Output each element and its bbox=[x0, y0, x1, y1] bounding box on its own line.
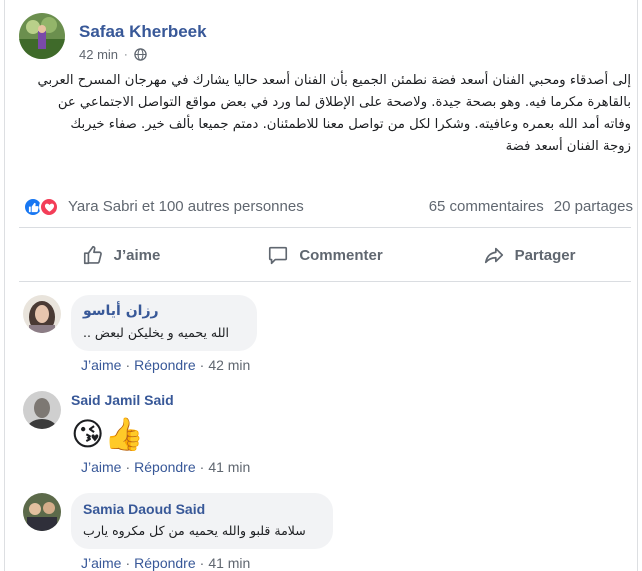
post-body: إلى أصدقاء ومحبي الفنان أسعد فضة نطمئن ا… bbox=[19, 70, 631, 158]
comment-dot: · bbox=[199, 555, 205, 571]
comment-dot: · bbox=[125, 555, 131, 571]
share-count[interactable]: 20 partages bbox=[554, 198, 633, 215]
reaction-icons[interactable] bbox=[23, 197, 63, 217]
comment-dot: · bbox=[125, 357, 131, 373]
globe-icon[interactable] bbox=[133, 48, 147, 61]
comment-button[interactable]: Commenter bbox=[223, 235, 427, 275]
comment-dot: · bbox=[125, 459, 131, 475]
post-text-line: زوجة الفنان أسعد فضة bbox=[505, 139, 631, 154]
share-button-label: Partager bbox=[514, 246, 576, 264]
comment-icon bbox=[269, 246, 288, 265]
engagement-counts: 65 commentaires 20 partages bbox=[429, 198, 633, 215]
likers-summary[interactable]: Yara Sabri et 100 autres personnes bbox=[68, 198, 304, 215]
comment-reply-link[interactable]: Répondre bbox=[134, 357, 196, 373]
post-meta: 42 min · bbox=[79, 47, 147, 62]
comment-bubble: Samia Daoud Said سلامة قلبو والله يحميه … bbox=[71, 493, 333, 549]
comment-actions: J’aime · Répondre · 41 min bbox=[81, 555, 250, 571]
commenter-name[interactable]: Said Jamil Said bbox=[71, 392, 174, 408]
comment-dot: · bbox=[199, 357, 205, 373]
post-card: Safaa Kherbeek 42 min · إلى أصدقاء ومحبي… bbox=[4, 0, 638, 571]
post-timestamp[interactable]: 42 min bbox=[79, 47, 118, 62]
like-button[interactable]: J’aime bbox=[19, 235, 223, 275]
post-text-line: وفاته أمد الله بعمره وعافيته. وشكرا لكل … bbox=[70, 117, 631, 132]
commenter-name[interactable]: رزان أياسو bbox=[83, 303, 245, 319]
comment-text: سلامة قلبو والله يحميه من كل مكروه يارب bbox=[83, 523, 306, 538]
divider bbox=[19, 281, 631, 282]
comment-time[interactable]: 41 min bbox=[208, 459, 250, 475]
post-text-line: إلى أصدقاء ومحبي الفنان أسعد فضة نطمئن ا… bbox=[37, 73, 631, 88]
post-header: Safaa Kherbeek 42 min · bbox=[19, 13, 619, 63]
commenter-name[interactable]: Samia Daoud Said bbox=[83, 501, 321, 517]
comment-count[interactable]: 65 commentaires bbox=[429, 198, 544, 215]
comment-actions: J’aime · Répondre · 42 min bbox=[81, 357, 250, 373]
comment-reply-link[interactable]: Répondre bbox=[134, 459, 196, 475]
comment-time[interactable]: 42 min bbox=[208, 357, 250, 373]
comment-bubble: رزان أياسو الله يحميه و يخليكن لبعض .. bbox=[71, 295, 257, 351]
action-bar: J’aime Commenter Partager bbox=[19, 235, 631, 275]
comment-actions: J’aime · Répondre · 41 min bbox=[81, 459, 250, 475]
divider bbox=[19, 227, 631, 228]
comment-plain: Said Jamil Said 😘👍 bbox=[71, 391, 174, 454]
share-icon bbox=[484, 247, 503, 264]
commenter-avatar[interactable] bbox=[23, 295, 61, 333]
comment-like-link[interactable]: J’aime bbox=[81, 555, 121, 571]
post-text-line: بالقاهرة مكرما فيه. وهو بصحة جيدة. ولاصح… bbox=[57, 95, 631, 110]
love-reaction-icon bbox=[39, 197, 59, 217]
post-stats: Yara Sabri et 100 autres personnes 65 co… bbox=[23, 196, 633, 218]
share-button[interactable]: Partager bbox=[427, 235, 631, 275]
author-avatar[interactable] bbox=[19, 13, 65, 59]
post-author-name[interactable]: Safaa Kherbeek bbox=[79, 22, 207, 42]
comment-like-link[interactable]: J’aime bbox=[81, 459, 121, 475]
comment-text: الله يحميه و يخليكن لبعض .. bbox=[83, 325, 230, 340]
comment-button-label: Commenter bbox=[299, 246, 383, 264]
comment-reply-link[interactable]: Répondre bbox=[134, 555, 196, 571]
like-button-label: J’aime bbox=[113, 246, 161, 264]
meta-separator: · bbox=[124, 48, 128, 61]
comment-time[interactable]: 41 min bbox=[208, 555, 250, 571]
commenter-avatar[interactable] bbox=[23, 391, 61, 429]
thumbs-up-icon bbox=[83, 245, 102, 265]
comment-dot: · bbox=[199, 459, 205, 475]
comment-emoji-text: 😘👍 bbox=[71, 415, 145, 453]
comment-like-link[interactable]: J’aime bbox=[81, 357, 121, 373]
commenter-avatar[interactable] bbox=[23, 493, 61, 531]
